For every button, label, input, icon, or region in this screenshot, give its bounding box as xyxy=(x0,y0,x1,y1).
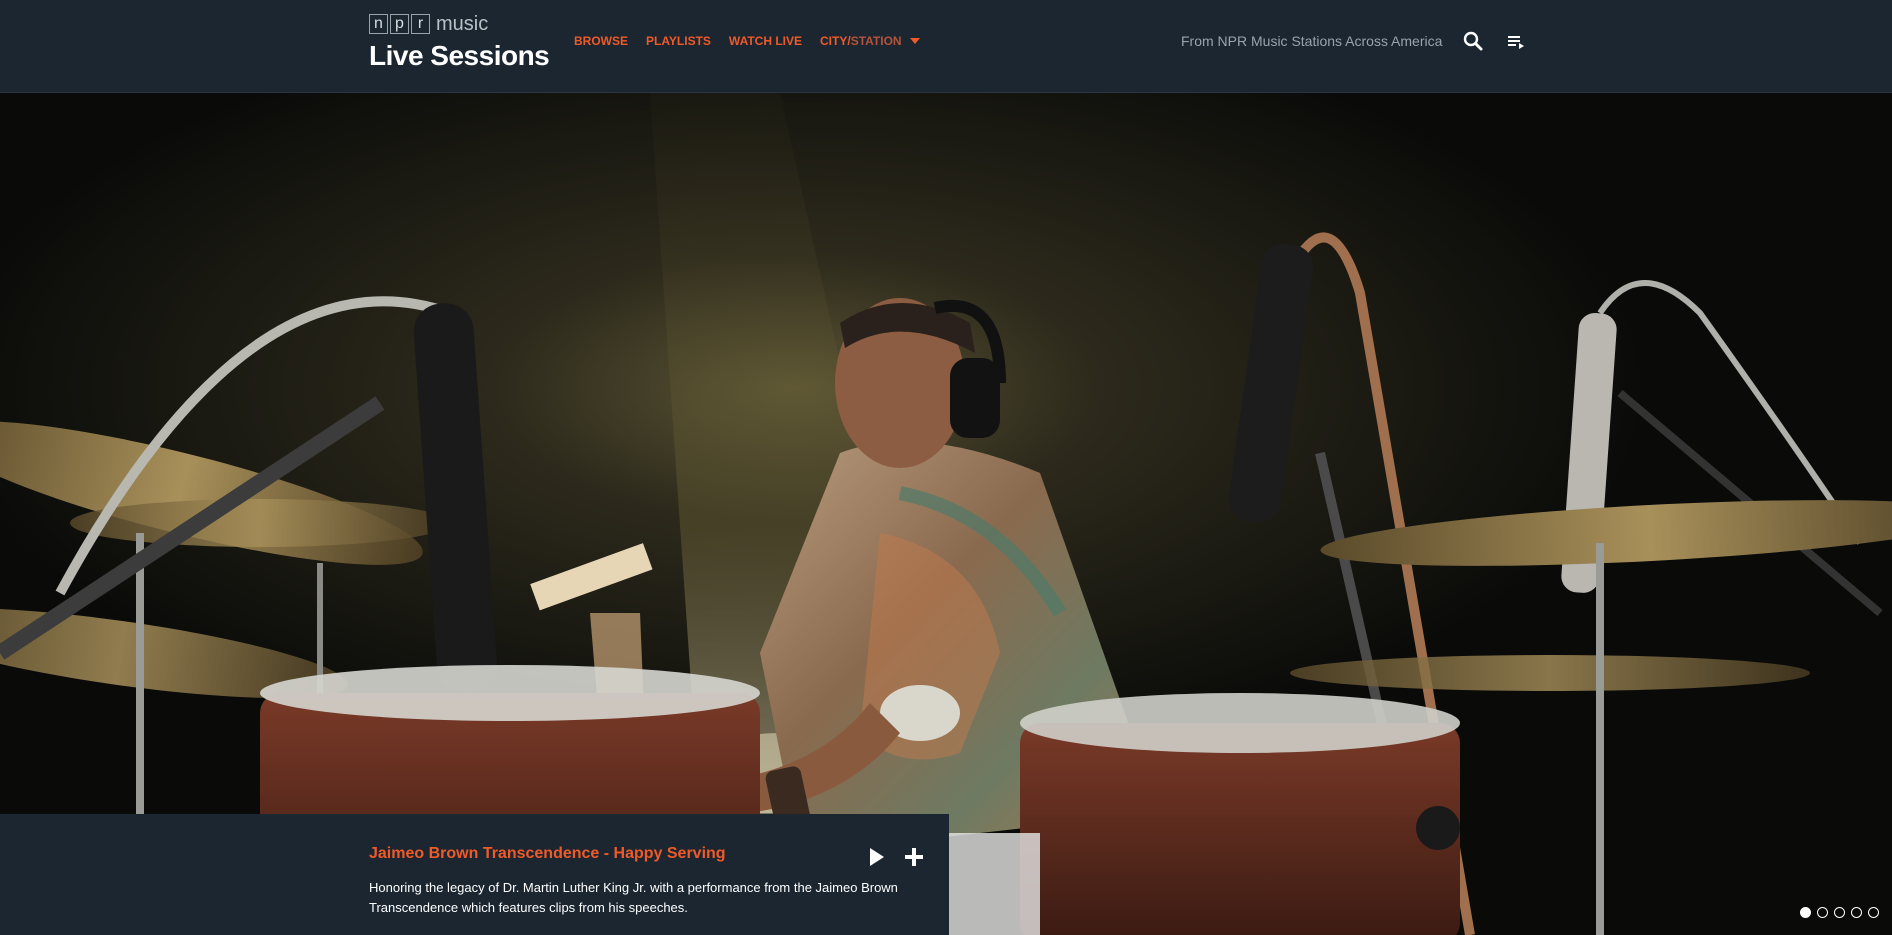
carousel-dot-3[interactable] xyxy=(1834,907,1845,918)
playlist-queue-icon[interactable] xyxy=(1505,30,1527,52)
nav-city-label: City/ xyxy=(820,34,851,48)
carousel-dot-5[interactable] xyxy=(1868,907,1879,918)
logo-letter-n: n xyxy=(369,14,388,34)
carousel-dot-4[interactable] xyxy=(1851,907,1862,918)
logo-suffix: music xyxy=(436,13,489,35)
site-title[interactable]: Live Sessions xyxy=(369,40,550,72)
site-header: n p r music Live Sessions Browse Playlis… xyxy=(0,0,1892,93)
plus-icon[interactable] xyxy=(903,846,925,868)
caret-down-icon xyxy=(909,38,920,44)
nav-watch-live[interactable]: Watch Live xyxy=(729,34,802,48)
nav-playlists[interactable]: Playlists xyxy=(646,34,711,48)
nav-city-station-dropdown[interactable]: City/Station xyxy=(820,34,920,48)
logo-letter-p: p xyxy=(390,14,409,34)
search-icon[interactable] xyxy=(1462,30,1484,52)
main-nav: Browse Playlists Watch Live City/Station xyxy=(574,34,938,48)
carousel-dot-1[interactable] xyxy=(1800,907,1811,918)
feature-description: Honoring the legacy of Dr. Martin Luther… xyxy=(369,880,898,915)
carousel-pagination xyxy=(1800,907,1879,918)
play-icon[interactable] xyxy=(865,846,887,868)
npr-music-logo[interactable]: n p r music xyxy=(369,14,549,34)
nav-browse[interactable]: Browse xyxy=(574,34,628,48)
nav-station-label: Station xyxy=(850,34,902,48)
feature-caption-panel: Jaimeo Brown Transcendence - Happy Servi… xyxy=(0,814,949,935)
drummer-photo xyxy=(0,93,1892,935)
logo-letter-r: r xyxy=(411,14,430,34)
brand[interactable]: n p r music Live Sessions xyxy=(369,14,550,72)
header-tagline: From NPR Music Stations Across America xyxy=(1181,33,1443,49)
feature-title[interactable]: Jaimeo Brown Transcendence - Happy Servi… xyxy=(369,845,726,863)
carousel-dot-2[interactable] xyxy=(1817,907,1828,918)
hero-performance-image[interactable] xyxy=(0,93,1892,935)
